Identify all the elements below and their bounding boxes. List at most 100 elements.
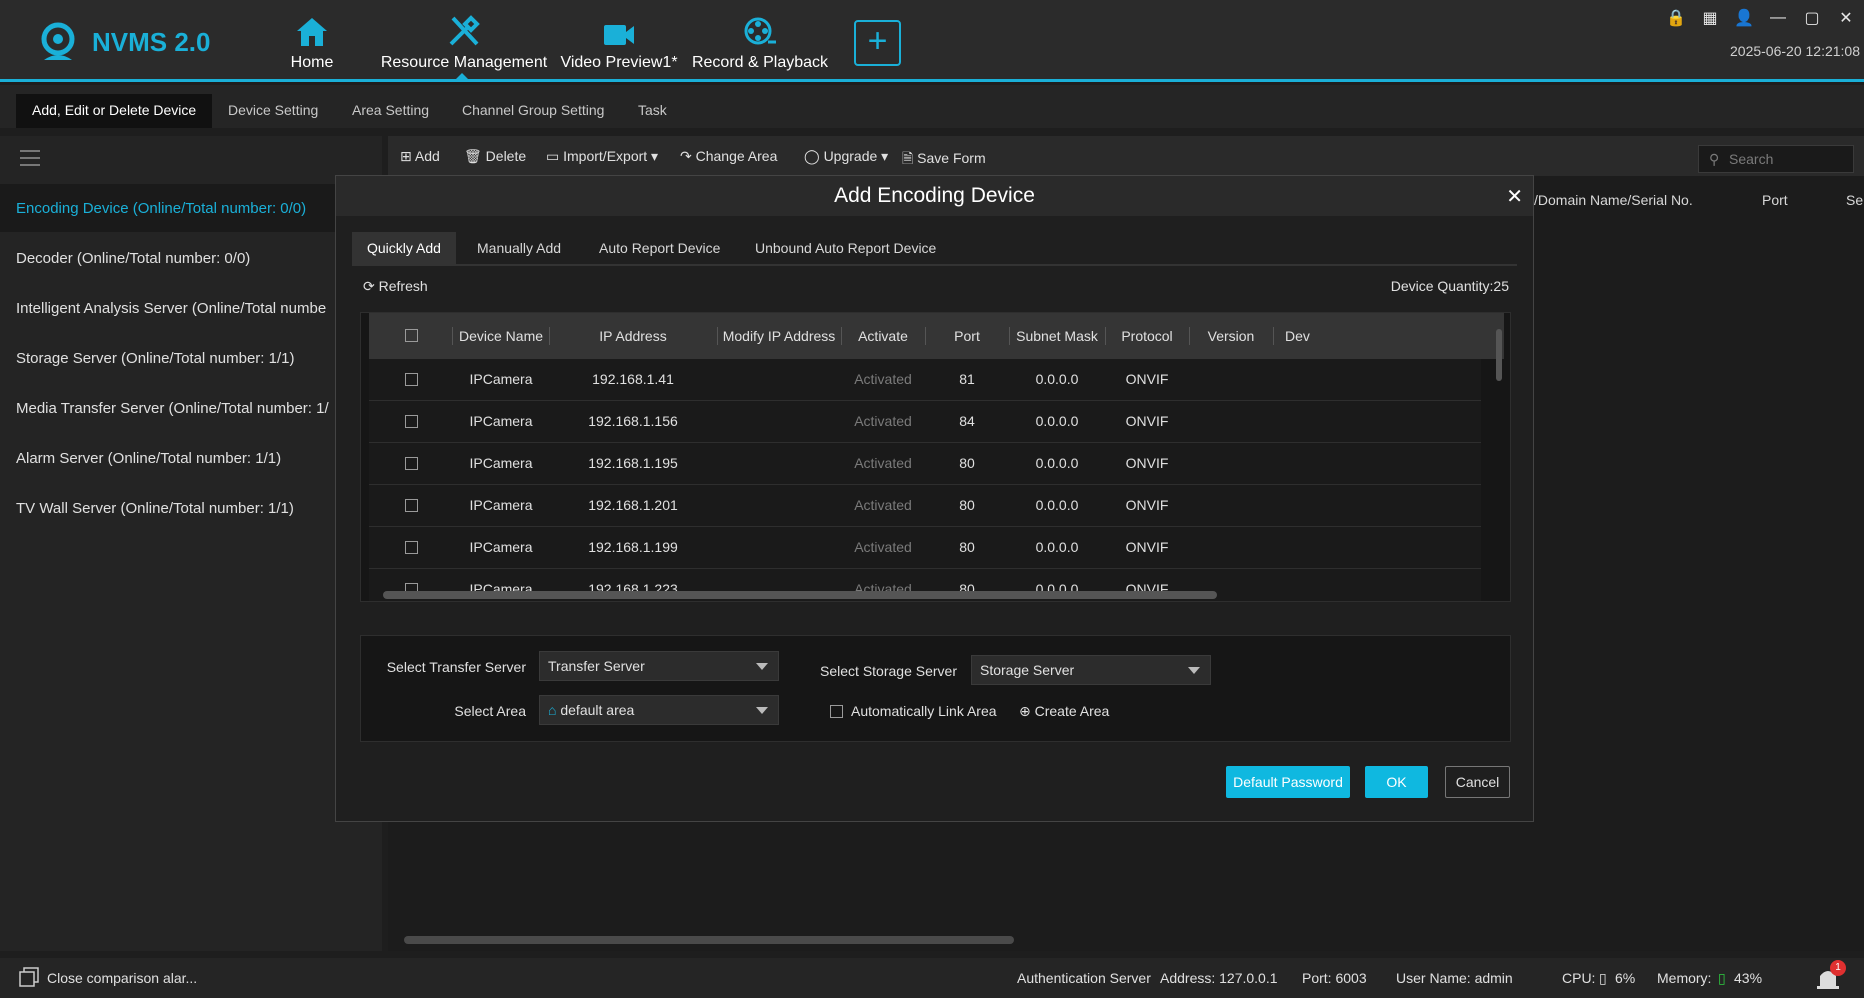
table-row[interactable]: IPCamera 192.168.1.156 Activated 84 0.0.…: [369, 401, 1481, 443]
lock-icon[interactable]: 🔒: [1666, 8, 1686, 28]
nav-resource-management[interactable]: Resource Management: [378, 14, 550, 72]
device-type-alarm-server[interactable]: Alarm Server (Online/Total number: 1/1): [16, 450, 281, 467]
chevron-down-icon: [1188, 667, 1200, 674]
col-modify-ip-address[interactable]: Modify IP Address: [717, 328, 841, 344]
plus-circle-icon: ⊕: [1019, 703, 1035, 719]
device-type-storage-server[interactable]: Storage Server (Online/Total number: 1/1…: [16, 350, 294, 367]
transfer-server-select[interactable]: Transfer Server: [539, 651, 779, 681]
hamburger-menu-icon[interactable]: [20, 150, 40, 171]
cancel-button[interactable]: Cancel: [1445, 766, 1510, 798]
row-checkbox[interactable]: [405, 457, 418, 470]
tab-area-setting[interactable]: Area Setting: [336, 94, 445, 128]
bg-col-se: Se: [1846, 192, 1864, 208]
cell-activate: Activated: [854, 539, 912, 555]
row-checkbox[interactable]: [405, 499, 418, 512]
device-type-encoding[interactable]: Encoding Device (Online/Total number: 0/…: [16, 200, 306, 217]
device-quantity: Device Quantity:25: [1390, 278, 1509, 294]
tab-quickly-add[interactable]: Quickly Add: [352, 232, 456, 264]
cell-protocol: ONVIF: [1125, 455, 1169, 471]
cell-subnet-mask: 0.0.0.0: [1035, 539, 1079, 555]
table-row[interactable]: IPCamera 192.168.1.199 Activated 80 0.0.…: [369, 527, 1481, 569]
memory-gauge-icon: ▯: [1718, 970, 1726, 986]
alarm-count-badge: 1: [1830, 960, 1846, 976]
tab-auto-report-device[interactable]: Auto Report Device: [584, 232, 735, 264]
alarm-bell-icon[interactable]: 1: [1814, 960, 1846, 993]
minimize-icon[interactable]: —: [1768, 9, 1788, 27]
device-type-intelligent-analysis[interactable]: Intelligent Analysis Server (Online/Tota…: [16, 300, 326, 317]
row-checkbox[interactable]: [405, 373, 418, 386]
cell-port: 80: [959, 455, 975, 471]
table-vertical-scrollbar[interactable]: [1496, 329, 1502, 381]
default-password-button[interactable]: Default Password: [1226, 766, 1350, 798]
device-table: Device Name IP Address Modify IP Address…: [360, 312, 1511, 602]
nav-video-preview[interactable]: Video Preview1*: [558, 14, 680, 72]
maximize-icon[interactable]: ▢: [1802, 8, 1822, 28]
server-options-panel: Select Transfer Server Transfer Server S…: [360, 635, 1511, 742]
table-horizontal-scrollbar[interactable]: [383, 591, 1217, 599]
col-protocol[interactable]: Protocol: [1105, 328, 1189, 344]
create-area-button[interactable]: ⊕ Create Area: [1019, 703, 1109, 720]
select-all-checkbox[interactable]: [405, 329, 418, 342]
cpu-value: 6%: [1615, 970, 1636, 986]
table-row[interactable]: IPCamera 192.168.1.195 Activated 80 0.0.…: [369, 443, 1481, 485]
col-device-name[interactable]: Device Name: [453, 328, 549, 344]
cell-protocol: ONVIF: [1125, 413, 1169, 429]
main-horizontal-scrollbar[interactable]: [404, 936, 1014, 944]
close-window-icon[interactable]: ✕: [1836, 8, 1856, 28]
refresh-button[interactable]: ⟳ Refresh: [363, 278, 428, 295]
tab-device-setting[interactable]: Device Setting: [212, 94, 334, 128]
cell-device-name: IPCamera: [469, 413, 533, 429]
table-header: Device Name IP Address Modify IP Address…: [369, 313, 1504, 359]
close-comparison-alarm-link[interactable]: Close comparison alar...: [47, 970, 197, 986]
tab-add-edit-delete-device[interactable]: Add, Edit or Delete Device: [16, 94, 213, 128]
add-tab-button[interactable]: +: [854, 20, 901, 66]
nav-home[interactable]: Home: [282, 14, 342, 72]
tab-manually-add[interactable]: Manually Add: [462, 232, 576, 264]
auto-link-area-label: Automatically Link Area: [851, 703, 997, 719]
toolbar-change-area-button[interactable]: ↷ Change Area: [680, 148, 777, 165]
device-type-tv-wall[interactable]: TV Wall Server (Online/Total number: 1/1…: [16, 500, 294, 517]
tab-channel-group-setting[interactable]: Channel Group Setting: [446, 94, 620, 128]
search-input[interactable]: ⚲ Search: [1698, 145, 1854, 173]
auto-link-area-checkbox[interactable]: [830, 705, 843, 718]
toolbar-upgrade-button[interactable]: ◯ Upgrade ▾: [804, 148, 888, 165]
nav-record-playback[interactable]: Record & Playback: [690, 14, 830, 72]
import-icon: ▭: [546, 148, 564, 164]
toolbar-import-export-button[interactable]: ▭ Import/Export ▾: [546, 148, 658, 165]
col-version[interactable]: Version: [1189, 328, 1273, 344]
device-type-media-transfer[interactable]: Media Transfer Server (Online/Total numb…: [16, 400, 329, 417]
close-icon[interactable]: ✕: [1506, 184, 1523, 209]
status-bar: Close comparison alar... Authentication …: [0, 958, 1864, 998]
cell-subnet-mask: 0.0.0.0: [1035, 497, 1079, 513]
top-bar: NVMS 2.0 Home Resource Management Video …: [0, 0, 1864, 82]
tab-unbound-auto-report-device[interactable]: Unbound Auto Report Device: [740, 232, 951, 264]
device-type-decoder[interactable]: Decoder (Online/Total number: 0/0): [16, 250, 250, 267]
toolbar-save-form-button[interactable]: 🗎 Save Form: [902, 148, 986, 172]
col-dev[interactable]: Dev: [1285, 328, 1310, 344]
cell-subnet-mask: 0.0.0.0: [1035, 455, 1079, 471]
server-address: Address: 127.0.0.1: [1160, 970, 1278, 986]
toolbar-delete-button[interactable]: 🗑 Delete: [464, 148, 526, 165]
copy-windows-icon[interactable]: [18, 966, 40, 991]
col-activate[interactable]: Activate: [841, 328, 925, 344]
table-row[interactable]: IPCamera 192.168.1.41 Activated 81 0.0.0…: [369, 359, 1481, 401]
tab-task[interactable]: Task: [622, 94, 683, 128]
row-checkbox[interactable]: [405, 541, 418, 554]
storage-server-select[interactable]: Storage Server: [971, 655, 1211, 685]
area-select[interactable]: ⌂ default area: [539, 695, 779, 725]
user-icon[interactable]: 👤: [1734, 8, 1754, 28]
add-encoding-device-dialog: Add Encoding Device ✕ Quickly Add Manual…: [335, 175, 1534, 822]
tools-icon: [449, 15, 480, 46]
toolbar-add-button[interactable]: ⊞ Add: [400, 148, 440, 165]
table-row[interactable]: IPCamera 192.168.1.201 Activated 80 0.0.…: [369, 485, 1481, 527]
datetime: 2025-06-20 12:21:08: [1730, 43, 1860, 59]
cell-ip-address: 192.168.1.195: [588, 455, 678, 471]
layout-grid-icon[interactable]: ▦: [1700, 8, 1720, 28]
col-subnet-mask[interactable]: Subnet Mask: [1009, 328, 1105, 344]
home-icon: [297, 18, 327, 46]
col-port[interactable]: Port: [925, 328, 1009, 344]
area-label: Select Area: [454, 703, 526, 719]
ok-button[interactable]: OK: [1365, 766, 1428, 798]
col-ip-address[interactable]: IP Address: [549, 328, 717, 344]
row-checkbox[interactable]: [405, 415, 418, 428]
